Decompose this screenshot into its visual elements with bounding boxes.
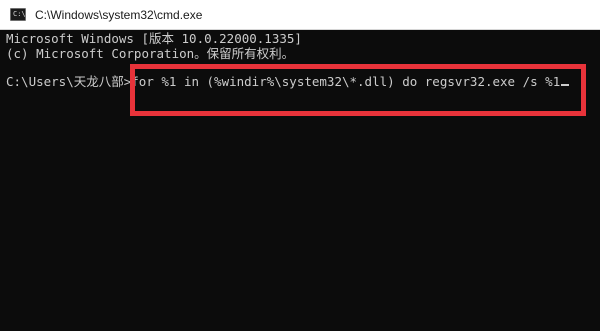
console-line-copyright: (c) Microsoft Corporation。保留所有权利。 [6, 46, 295, 61]
console-output[interactable]: Microsoft Windows [版本 10.0.22000.1335] (… [0, 30, 600, 331]
cmd-window: C:\ C:\Windows\system32\cmd.exe Microsof… [0, 0, 600, 331]
title-bar[interactable]: C:\ C:\Windows\system32\cmd.exe [0, 0, 600, 30]
console-command-input[interactable]: for %1 in (%windir%\system32\*.dll) do r… [131, 74, 560, 89]
command-prompt-icon: C:\ [10, 8, 26, 21]
text-cursor [561, 84, 570, 86]
console-prompt-line: C:\Users\天龙八部>for %1 in (%windir%\system… [6, 73, 570, 91]
console-prompt: C:\Users\天龙八部> [6, 74, 132, 89]
window-title: C:\Windows\system32\cmd.exe [35, 8, 203, 22]
